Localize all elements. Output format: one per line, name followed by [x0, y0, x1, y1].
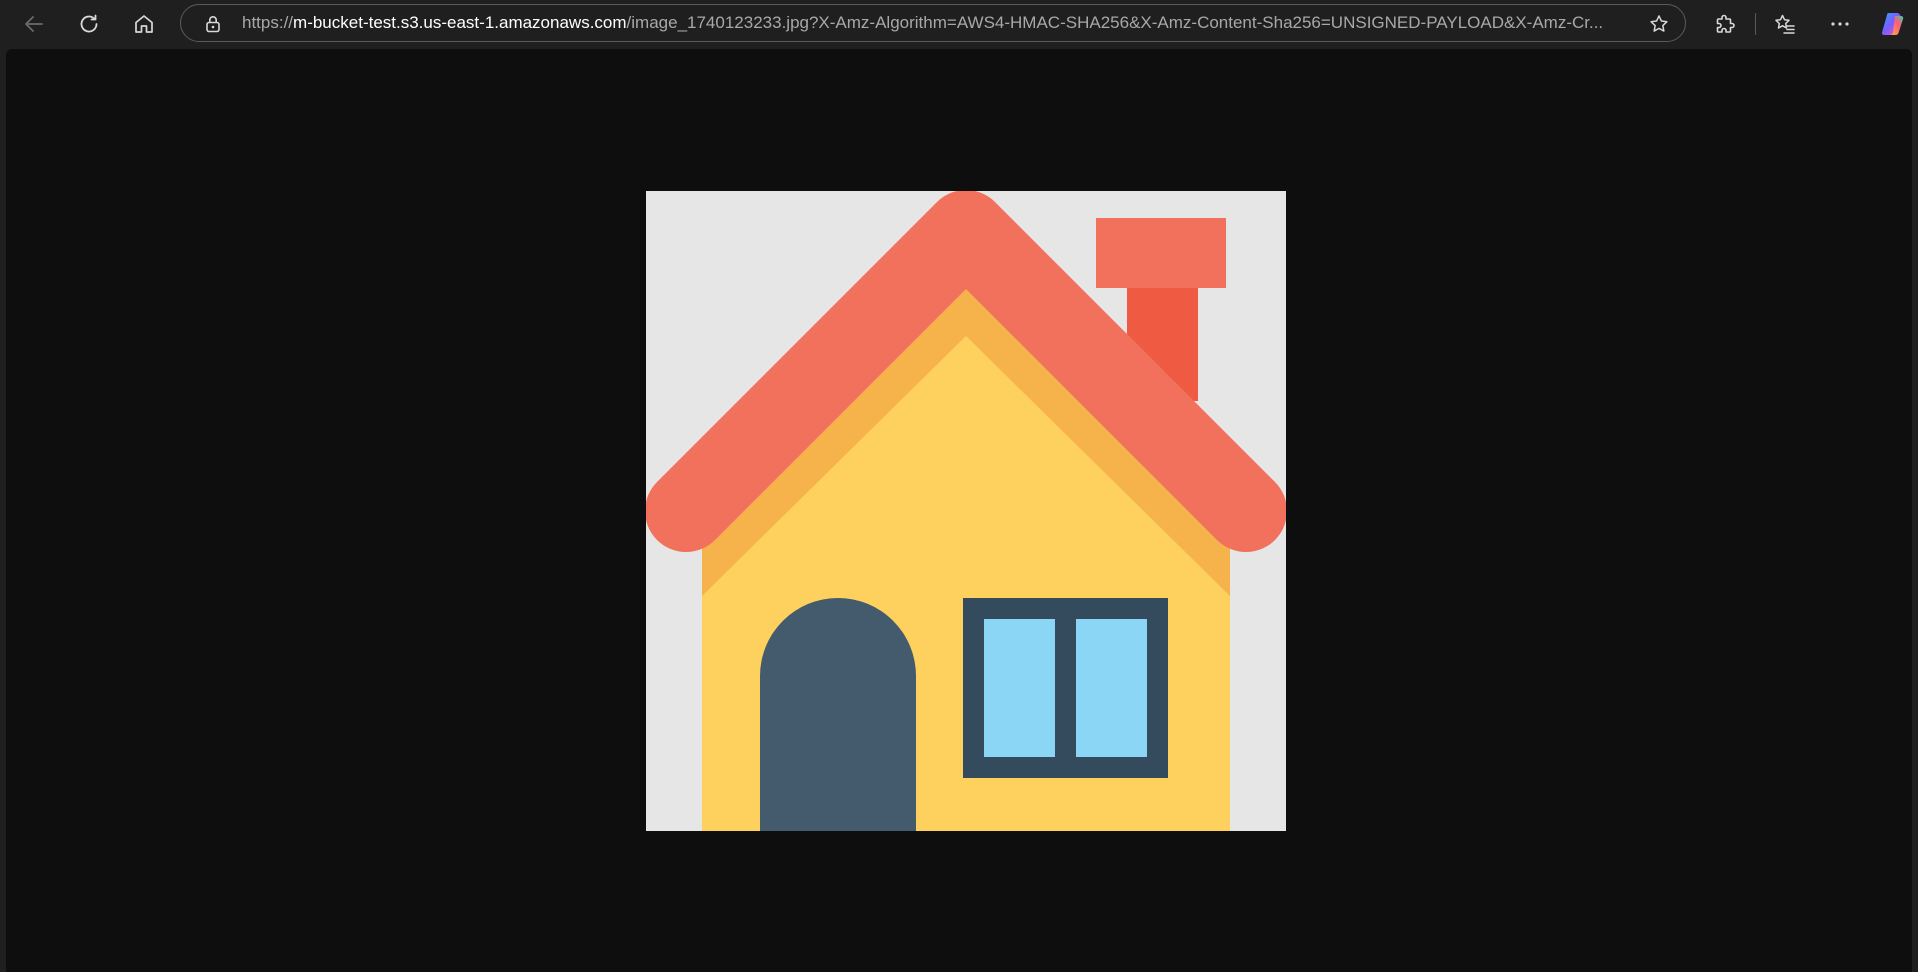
lock-icon[interactable]	[203, 14, 223, 34]
url-scheme: https://	[242, 13, 294, 32]
back-button[interactable]	[16, 6, 52, 42]
more-button[interactable]	[1822, 6, 1858, 42]
refresh-button[interactable]	[71, 6, 107, 42]
extensions-button[interactable]	[1707, 6, 1743, 42]
puzzle-icon	[1716, 14, 1735, 33]
toolbar-divider	[1755, 13, 1756, 35]
star-outline-icon[interactable]	[1648, 13, 1670, 35]
favorites-icon	[1775, 14, 1795, 34]
refresh-icon	[80, 14, 98, 33]
url-path: /image_1740123233.jpg?X-Amz-Algorithm=AW…	[626, 13, 1604, 32]
browser-toolbar: https://m-bucket-test.s3.us-east-1.amazo…	[0, 0, 1918, 48]
page-viewport	[6, 49, 1912, 972]
address-bar[interactable]: https://m-bucket-test.s3.us-east-1.amazo…	[180, 4, 1686, 42]
home-icon	[135, 15, 153, 33]
favorites-button[interactable]	[1767, 6, 1803, 42]
ellipsis-icon	[1831, 22, 1849, 26]
browser-window: https://m-bucket-test.s3.us-east-1.amazo…	[0, 0, 1918, 972]
copilot-button[interactable]	[1875, 6, 1911, 42]
copilot-icon	[1881, 13, 1904, 35]
url-host: m-bucket-test.s3.us-east-1.amazonaws.com	[293, 13, 627, 32]
house-illustration	[646, 191, 1286, 831]
home-button[interactable]	[126, 6, 162, 42]
house-image	[646, 191, 1286, 831]
url-text[interactable]: https://m-bucket-test.s3.us-east-1.amazo…	[242, 5, 1642, 41]
arrow-left-icon	[25, 16, 43, 32]
